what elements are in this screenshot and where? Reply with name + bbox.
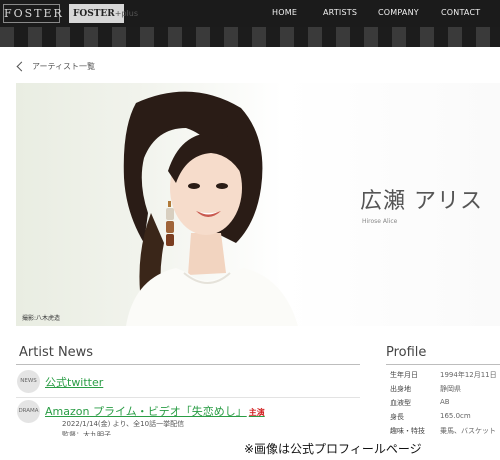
- role-tag: 主演: [248, 408, 265, 417]
- profile-value: 165.0cm: [440, 412, 471, 420]
- nav-artists[interactable]: ARTISTS: [323, 8, 357, 17]
- artist-name-ja: 広瀬 アリス: [360, 189, 483, 214]
- image-caption: ※画像は公式プロフィールページ: [244, 442, 422, 456]
- drama-badge: DRAMA: [17, 400, 40, 423]
- back-to-artist-list[interactable]: アーティスト一覧: [16, 61, 95, 72]
- profile-value: 1994年12月11日: [440, 371, 497, 379]
- profile-key: 身長: [390, 413, 404, 421]
- profile-value: 静岡県: [440, 385, 461, 393]
- profile-divider: [386, 364, 500, 365]
- profile-heading: Profile: [386, 345, 427, 360]
- header-stripe-banner: [0, 27, 500, 47]
- news-detail-line: 2022/1/14(金) より、全10話一挙配信: [62, 420, 185, 428]
- artist-news-heading: Artist News: [19, 345, 94, 360]
- profile-value: AB: [440, 398, 450, 406]
- profile-key: 生年月日: [390, 371, 418, 379]
- profile-key: 出身地: [390, 385, 411, 393]
- nav-home[interactable]: HOME: [272, 8, 297, 17]
- top-bar: FOSTER FOSTER+plus HOME ARTISTS COMPANY …: [0, 0, 500, 27]
- page: FOSTER FOSTER+plus HOME ARTISTS COMPANY …: [0, 0, 500, 460]
- foster-plus-logo-suffix: +plus: [114, 9, 139, 18]
- news-divider: [16, 364, 360, 365]
- image-caption-bar: ※画像は公式プロフィールページ: [0, 436, 500, 460]
- news-item-divider: [16, 397, 360, 398]
- news-link-twitter[interactable]: 公式twitter: [45, 374, 103, 390]
- news-title: Amazon プライム・ビデオ「失恋めし」: [45, 405, 247, 418]
- foster-plus-logo-word: FOSTER: [73, 9, 115, 19]
- nav-company[interactable]: COMPANY: [378, 8, 419, 17]
- foster-logo[interactable]: FOSTER: [3, 4, 62, 23]
- photo-credit: 撮影:八木虎造: [22, 315, 61, 322]
- profile-value: 乗馬、バスケット: [440, 427, 496, 435]
- artist-hero: 撮影:八木虎造 広瀬 アリス Hirose Alice: [16, 83, 500, 326]
- chevron-left-icon: [16, 61, 27, 72]
- back-label: アーティスト一覧: [32, 62, 96, 71]
- nav-contact[interactable]: CONTACT: [441, 8, 480, 17]
- news-title: 公式twitter: [45, 376, 104, 389]
- profile-key: 血液型: [390, 399, 411, 407]
- foster-plus-logo[interactable]: FOSTER+plus: [69, 4, 138, 23]
- profile-key: 趣味・特技: [390, 427, 425, 435]
- news-link-drama[interactable]: Amazon プライム・ビデオ「失恋めし」 主演: [45, 403, 265, 419]
- foster-logo-text: FOSTER: [4, 7, 64, 20]
- artist-photo: [123, 91, 298, 326]
- news-badge: NEWS: [17, 370, 40, 393]
- artist-name-en: Hirose Alice: [362, 218, 398, 225]
